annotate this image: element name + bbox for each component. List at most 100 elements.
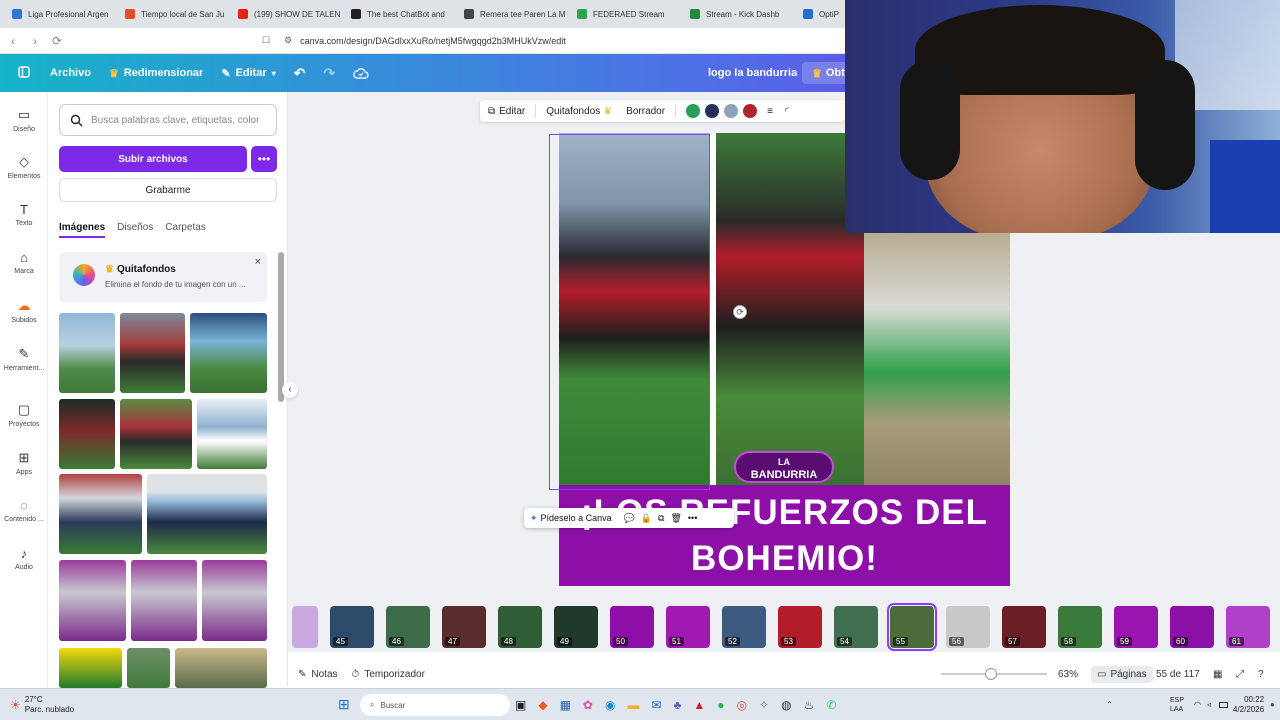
site-settings-icon[interactable]: ⚙: [284, 35, 292, 46]
language-indicator[interactable]: ESP LAA: [1170, 696, 1184, 714]
page-thumbnail[interactable]: [292, 606, 318, 648]
grid-view-icon[interactable]: ▦: [1213, 669, 1222, 680]
file-explorer-icon[interactable]: ▬: [627, 698, 639, 712]
browser-tab[interactable]: Remera tee Paren La M: [456, 2, 569, 26]
zoom-slider[interactable]: [941, 668, 1047, 680]
resize-button[interactable]: ♛ Redimensionar: [109, 67, 203, 80]
help-icon[interactable]: ?: [1258, 669, 1264, 680]
record-yourself-button[interactable]: Grabarme: [59, 178, 277, 202]
pages-button[interactable]: ▭ Páginas: [1091, 665, 1153, 683]
player-photo-1[interactable]: [559, 133, 710, 485]
bg-remover-promo[interactable]: ♛ Quitafondos Elimina el fondo de tu imag…: [59, 252, 267, 302]
corner-rounding-icon[interactable]: ◜: [785, 106, 789, 117]
zoom-level[interactable]: 63%: [1058, 669, 1078, 680]
collapse-panel-icon[interactable]: ‹: [282, 382, 298, 398]
page-thumbnail[interactable]: 46: [386, 606, 430, 648]
search-input[interactable]: Busca palabras clave, etiquetas, color: [59, 104, 277, 136]
uploaded-image[interactable]: [131, 560, 197, 641]
undo-icon[interactable]: ↶: [294, 65, 306, 82]
trash-icon[interactable]: 🗑: [670, 513, 681, 524]
sidebar-toggle-icon[interactable]: [18, 65, 30, 81]
design-title[interactable]: logo la bandurria: [708, 67, 797, 79]
taskbar-search[interactable]: ⌕ Buscar: [360, 694, 510, 716]
browser-tab[interactable]: Tiempo local de San Ju: [117, 2, 230, 26]
url-text[interactable]: canva.com/design/DAGdlxxXuRo/netjM5fwgqg…: [300, 36, 566, 46]
upload-files-button[interactable]: Subir archivos: [59, 146, 247, 172]
page-thumbnail[interactable]: 55: [887, 603, 937, 651]
browser-tab[interactable]: Liga Profesional Argen: [4, 2, 117, 26]
rail-item-tools[interactable]: ✎ Herramient...: [0, 346, 48, 372]
spotify-icon[interactable]: ●: [717, 698, 724, 712]
page-thumbnail[interactable]: 49: [554, 606, 598, 648]
brave-browser-icon[interactable]: ◆: [538, 698, 547, 712]
uploaded-image[interactable]: [120, 399, 192, 469]
close-icon[interactable]: ×: [255, 256, 261, 268]
ask-canva-button[interactable]: ✦ Pídeselo a Canva: [530, 513, 612, 524]
page-thumbnail[interactable]: 45: [330, 606, 374, 648]
mail-icon[interactable]: ✉: [651, 698, 661, 712]
uploaded-image[interactable]: [202, 560, 267, 641]
rail-item-magic-content[interactable]: ◌ Contenido ...: [0, 498, 48, 523]
edit-mode-button[interactable]: ✎ Editar ▾: [221, 67, 275, 80]
uploaded-image[interactable]: [175, 648, 267, 688]
rail-item-apps[interactable]: ⊞ Apps: [0, 450, 48, 476]
zoom-slider-handle[interactable]: [985, 668, 997, 680]
redo-icon[interactable]: ↷: [323, 65, 335, 82]
copilot-icon[interactable]: ✿: [583, 698, 593, 712]
uploaded-image[interactable]: [147, 474, 267, 554]
uploaded-image[interactable]: [120, 313, 185, 393]
page-thumbnail[interactable]: 54: [834, 606, 878, 648]
edge-icon[interactable]: ◉: [605, 698, 615, 712]
page-thumbnail[interactable]: 61: [1226, 606, 1270, 648]
color-swatch[interactable]: [724, 104, 739, 118]
uploaded-image[interactable]: [59, 474, 142, 554]
page-counter[interactable]: 55 de 117: [1156, 669, 1200, 680]
tray-chevron-icon[interactable]: ⌃: [1106, 700, 1113, 709]
page-thumbnail[interactable]: 60: [1170, 606, 1214, 648]
timer-button[interactable]: ⏱ Temporizador: [352, 669, 425, 680]
rail-item-brand[interactable]: ⌂ Marca: [0, 250, 48, 275]
uploaded-image[interactable]: [59, 648, 122, 688]
bookmark-icon[interactable]: ☐: [262, 35, 270, 46]
browser-tab[interactable]: Stream - Kick Dashb: [682, 2, 795, 26]
rail-item-elements[interactable]: ◇ Elementos: [0, 154, 48, 180]
tab-images[interactable]: Imágenes: [59, 222, 106, 238]
eraser-button[interactable]: Borrador: [626, 106, 665, 117]
color-swatch[interactable]: [705, 104, 720, 118]
notes-button[interactable]: ✎ Notas: [298, 669, 338, 680]
page-thumbnail[interactable]: 58: [1058, 606, 1102, 648]
uploaded-image[interactable]: [190, 313, 267, 393]
browser-tab[interactable]: (199) SHOW DE TALEN: [230, 2, 343, 26]
tab-folders[interactable]: Carpetas: [165, 222, 206, 238]
more-options-button[interactable]: •••: [251, 146, 277, 172]
acrobat-icon[interactable]: ▲: [693, 698, 705, 712]
rail-item-upload-cloud[interactable]: ☁ Subidos: [0, 298, 48, 324]
lock-icon[interactable]: 🔒: [641, 513, 652, 524]
page-thumbnail[interactable]: 59: [1114, 606, 1158, 648]
steam-icon[interactable]: ♨: [804, 698, 815, 712]
panel-scrollbar[interactable]: [278, 252, 284, 402]
uploaded-image[interactable]: [59, 313, 115, 393]
weather-widget[interactable]: ☀ 27°C Parc. nublado: [10, 695, 74, 715]
page-thumbnail[interactable]: 50: [610, 606, 654, 648]
forward-icon[interactable]: ›: [28, 34, 42, 48]
back-icon[interactable]: ‹: [6, 34, 20, 48]
tool-icon[interactable]: ✧: [759, 698, 769, 712]
chrome-icon[interactable]: ◎: [737, 698, 747, 712]
rail-item-music-note[interactable]: ♪ Audio: [0, 546, 48, 571]
uploaded-image[interactable]: [127, 648, 170, 688]
rail-item-folder[interactable]: ▢ Proyectos: [0, 402, 48, 428]
clock[interactable]: 00:22 4/2/2026: [1233, 695, 1264, 715]
teams-icon[interactable]: ♣: [674, 698, 682, 712]
uploaded-image[interactable]: [59, 399, 115, 469]
comment-icon[interactable]: 💬: [624, 513, 635, 524]
edit-image-button[interactable]: ⧉ Editar: [488, 106, 525, 117]
volume-icon[interactable]: ◃: [1207, 700, 1211, 709]
browser-tab[interactable]: FEDERAED Stream: [569, 2, 682, 26]
notification-bell-icon[interactable]: ●: [1270, 700, 1275, 709]
bg-remover-button[interactable]: Quitafondos ♛: [546, 106, 612, 117]
browser-tab[interactable]: The best ChatBot and: [343, 2, 456, 26]
border-style-icon[interactable]: ≡: [767, 106, 773, 117]
la-bandurria-logo[interactable]: LA BANDURRIA: [734, 451, 834, 483]
file-menu[interactable]: Archivo: [50, 67, 91, 79]
